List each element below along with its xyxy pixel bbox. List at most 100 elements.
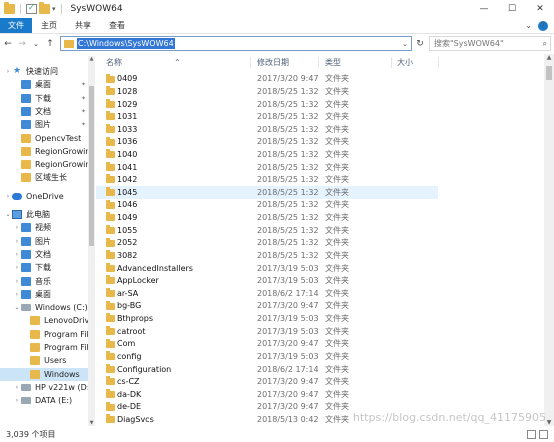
sidebar-item[interactable]: Users	[0, 354, 88, 367]
sidebar-item[interactable]: ⌄ Windows (C:)	[0, 301, 88, 314]
large-icons-view-icon[interactable]	[539, 430, 548, 439]
table-row[interactable]: 0409 2017/3/20 9:47 文件夹	[96, 73, 438, 86]
close-button[interactable]: ✕	[526, 0, 554, 18]
sidebar-item[interactable]: › 视频	[0, 221, 88, 234]
pin-icon[interactable]: ✦	[81, 108, 86, 115]
divider[interactable]	[318, 57, 319, 68]
table-row[interactable]: 1036 2018/5/25 1:32 文件夹	[96, 136, 438, 149]
sidebar-item[interactable]: › 音乐	[0, 275, 88, 288]
minimize-button[interactable]: —	[470, 0, 498, 18]
table-row[interactable]: da-DK 2017/3/20 9:47 文件夹	[96, 388, 438, 401]
expand-arrow-icon[interactable]: ›	[13, 264, 21, 271]
expand-arrow-icon[interactable]: ›	[13, 251, 21, 258]
search-box[interactable]: ⌕	[429, 36, 551, 51]
table-row[interactable]: config 2017/3/19 5:03 文件夹	[96, 350, 438, 363]
table-row[interactable]: 2052 2018/5/25 1:32 文件夹	[96, 237, 438, 250]
table-row[interactable]: 1040 2018/5/25 1:32 文件夹	[96, 148, 438, 161]
scroll-down-icon[interactable]: ▼	[88, 420, 95, 426]
sidebar-item[interactable]: Program Files	[0, 341, 88, 354]
divider[interactable]	[391, 57, 392, 68]
customize-toolbar-icon[interactable]: ▾	[52, 5, 56, 13]
file-list-scrollbar[interactable]: ▲ ▼	[544, 54, 554, 426]
expand-arrow-icon[interactable]: ⌄	[4, 211, 12, 218]
search-input[interactable]	[434, 39, 534, 48]
sidebar-item[interactable]: RegionGrowing	[0, 145, 88, 158]
chevron-down-icon[interactable]: ⌄	[402, 40, 411, 48]
table-row[interactable]: 1049 2018/5/25 1:32 文件夹	[96, 211, 438, 224]
table-row[interactable]: Bthprops 2017/3/19 5:03 文件夹	[96, 312, 438, 325]
table-row[interactable]: 1041 2018/5/25 1:32 文件夹	[96, 161, 438, 174]
sidebar-item[interactable]: 下载 ✦	[0, 92, 88, 105]
scroll-up-icon[interactable]: ▲	[88, 56, 95, 62]
expand-arrow-icon[interactable]: ›	[13, 224, 21, 231]
details-view-icon[interactable]	[527, 430, 536, 439]
sidebar-item[interactable]: › HP v221w (D:)	[0, 381, 88, 394]
scrollbar-thumb[interactable]	[546, 66, 552, 80]
table-row[interactable]: 1045 2018/5/25 1:32 文件夹	[96, 186, 438, 199]
sidebar-item[interactable]: 文档 ✦	[0, 105, 88, 118]
column-name[interactable]: 名称	[106, 56, 122, 69]
table-row[interactable]: 1028 2018/5/25 1:32 文件夹	[96, 85, 438, 98]
sidebar-item[interactable]: OpencvTest	[0, 132, 88, 145]
sidebar-item[interactable]: › DATA (E:)	[0, 394, 88, 407]
table-row[interactable]: Com 2017/3/20 9:47 文件夹	[96, 338, 438, 351]
column-size[interactable]: 大小	[397, 56, 413, 69]
expand-ribbon-icon[interactable]: ⌄	[525, 21, 532, 30]
column-type[interactable]: 类型	[325, 56, 341, 69]
sidebar-item[interactable]: Windows	[0, 367, 88, 381]
table-row[interactable]: 1055 2018/5/25 1:32 文件夹	[96, 224, 438, 237]
expand-arrow-icon[interactable]: ›	[4, 193, 12, 200]
sidebar-item[interactable]: LenovoDriver	[0, 314, 88, 327]
back-button[interactable]: ←	[2, 37, 14, 51]
address-bar[interactable]: C:\Windows\SysWOW64 ⌄	[60, 36, 412, 51]
divider[interactable]	[438, 57, 439, 68]
pin-icon[interactable]: ✦	[81, 95, 86, 102]
sidebar-item[interactable]: 桌面 ✦	[0, 78, 88, 91]
table-row[interactable]: catroot 2017/3/19 5:03 文件夹	[96, 325, 438, 338]
sidebar-item[interactable]: › 文档	[0, 248, 88, 261]
expand-arrow-icon[interactable]: ›	[4, 68, 12, 75]
maximize-button[interactable]: ☐	[498, 0, 526, 18]
up-button[interactable]: ↑	[44, 37, 56, 51]
table-row[interactable]: AppLocker 2017/3/19 5:03 文件夹	[96, 274, 438, 287]
sidebar-item[interactable]: › 桌面	[0, 288, 88, 301]
expand-arrow-icon[interactable]: ›	[13, 291, 21, 298]
table-row[interactable]: 1046 2018/5/25 1:32 文件夹	[96, 199, 438, 212]
expand-arrow-icon[interactable]: ›	[13, 238, 21, 245]
sidebar-item[interactable]: RegionGrowing	[0, 158, 88, 171]
sidebar-item[interactable]: › ★ 快速访问	[0, 65, 88, 78]
refresh-button[interactable]: ↻	[414, 37, 426, 50]
sidebar-item[interactable]: Program Files	[0, 328, 88, 341]
sidebar-scrollbar[interactable]: ▲ ▼	[88, 56, 95, 426]
expand-arrow-icon[interactable]: ⌄	[13, 304, 21, 311]
table-row[interactable]: Configuration 2018/6/2 17:14 文件夹	[96, 363, 438, 376]
address-path[interactable]: C:\Windows\SysWOW64	[77, 38, 175, 49]
divider[interactable]	[250, 57, 251, 68]
column-date-modified[interactable]: 修改日期	[257, 56, 289, 69]
pin-icon[interactable]: ✦	[81, 81, 86, 88]
sidebar-item[interactable]: › 图片	[0, 235, 88, 248]
tab-view[interactable]: 查看	[100, 18, 134, 33]
forward-button[interactable]: →	[16, 37, 28, 51]
tab-home[interactable]: 主页	[32, 18, 66, 33]
expand-arrow-icon[interactable]: ›	[13, 384, 21, 391]
table-row[interactable]: 3082 2018/5/25 1:32 文件夹	[96, 249, 438, 262]
table-row[interactable]: 1033 2018/5/25 1:32 文件夹	[96, 123, 438, 136]
expand-arrow-icon[interactable]: ›	[13, 278, 21, 285]
sidebar-item[interactable]: ⌄ 此电脑	[0, 208, 88, 221]
properties-icon[interactable]	[26, 3, 37, 14]
table-row[interactable]: bg-BG 2017/3/20 9:47 文件夹	[96, 300, 438, 313]
table-row[interactable]: ar-SA 2018/6/2 17:14 文件夹	[96, 287, 438, 300]
table-row[interactable]: 1042 2018/5/25 1:32 文件夹	[96, 173, 438, 186]
sidebar-item[interactable]: › 下载	[0, 261, 88, 274]
recent-locations-button[interactable]: ⌄	[30, 37, 42, 51]
expand-arrow-icon[interactable]: ›	[13, 397, 21, 404]
tab-share[interactable]: 共享	[66, 18, 100, 33]
tab-file[interactable]: 文件	[0, 18, 32, 33]
pin-icon[interactable]: ✦	[81, 121, 86, 128]
table-row[interactable]: cs-CZ 2017/3/20 9:47 文件夹	[96, 375, 438, 388]
table-row[interactable]: 1029 2018/5/25 1:32 文件夹	[96, 98, 438, 111]
sidebar-item[interactable]: › OneDrive	[0, 190, 88, 203]
scrollbar-thumb[interactable]	[89, 86, 94, 246]
table-row[interactable]: AdvancedInstallers 2017/3/19 5:03 文件夹	[96, 262, 438, 275]
